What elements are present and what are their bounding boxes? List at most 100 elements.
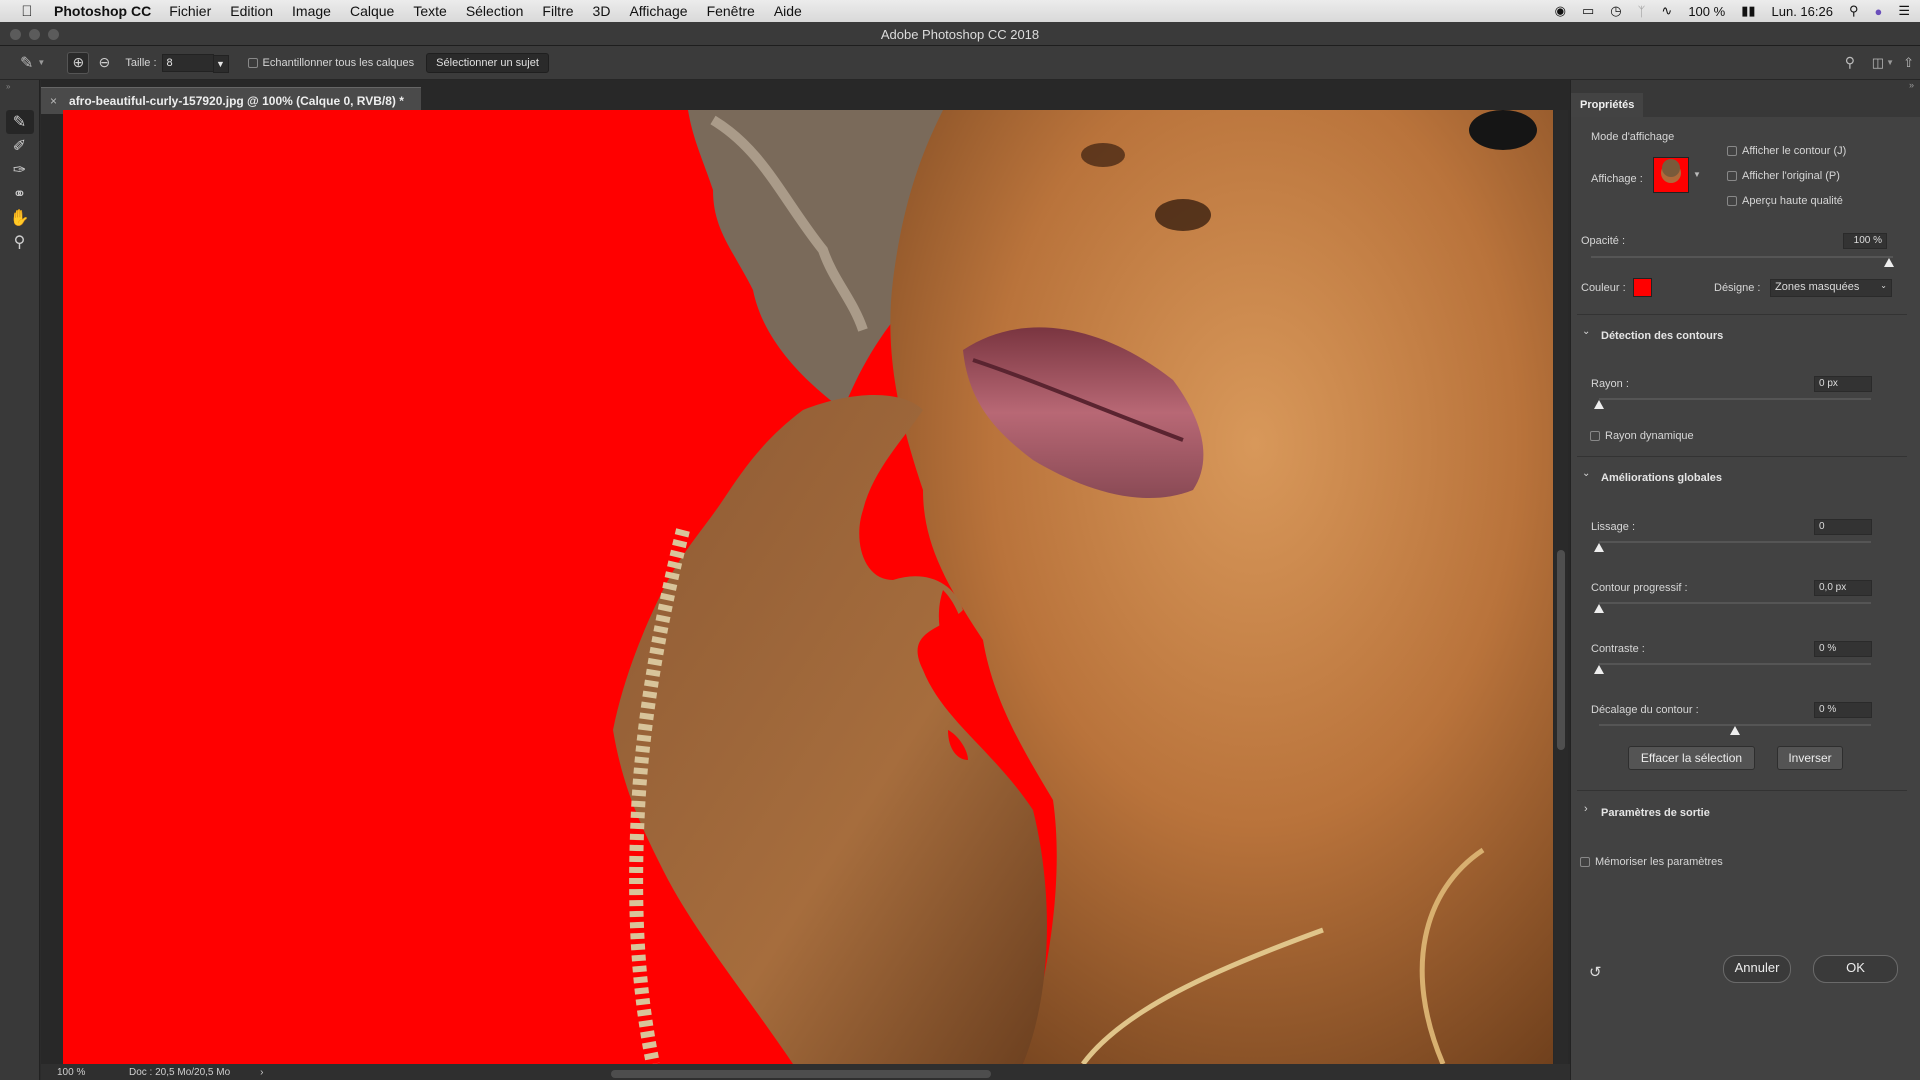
menu-3d[interactable]: 3D — [593, 3, 611, 19]
contrast-slider-handle[interactable] — [1594, 665, 1604, 674]
menu-fichier[interactable]: Fichier — [169, 3, 211, 19]
feather-slider[interactable] — [1599, 602, 1871, 604]
bluetooth-icon[interactable]: ᛉ — [1638, 4, 1646, 19]
contrast-field[interactable]: 0 % — [1814, 641, 1872, 657]
brush-tool-icon[interactable]: ✑ — [6, 158, 34, 182]
global-refinements-heading[interactable]: Améliorations globales — [1601, 472, 1722, 484]
view-mode-dropdown-icon[interactable]: ▼ — [1693, 170, 1701, 179]
feather-slider-handle[interactable] — [1594, 604, 1604, 613]
opacity-slider-handle[interactable] — [1884, 258, 1894, 267]
image-canvas[interactable] — [63, 110, 1553, 1064]
add-to-selection-button[interactable]: ⊕ — [67, 51, 90, 74]
document-tab-title: afro-beautiful-curly-157920.jpg @ 100% (… — [69, 94, 404, 108]
menu-texte[interactable]: Texte — [413, 3, 446, 19]
divider — [1577, 314, 1907, 315]
search-icon[interactable]: ⚲ — [1845, 54, 1855, 71]
menu-aide[interactable]: Aide — [774, 3, 802, 19]
select-subject-button[interactable]: Sélectionner un sujet — [426, 52, 549, 73]
properties-tab[interactable]: Propriétés — [1571, 93, 1643, 117]
time-machine-icon[interactable]: ◷ — [1610, 3, 1621, 19]
horizontal-scroll-thumb[interactable] — [611, 1070, 991, 1078]
contrast-slider[interactable] — [1599, 663, 1871, 665]
menu-edition[interactable]: Edition — [230, 3, 273, 19]
smooth-slider-handle[interactable] — [1594, 543, 1604, 552]
show-edge-checkbox[interactable] — [1727, 146, 1737, 156]
mask-color-swatch[interactable] — [1633, 278, 1652, 297]
smooth-slider[interactable] — [1599, 541, 1871, 543]
panel-collapse-icon[interactable]: » — [1909, 80, 1914, 90]
size-input[interactable]: 8 ▼ — [161, 53, 229, 73]
radius-slider[interactable] — [1599, 398, 1871, 400]
feather-field[interactable]: 0,0 px — [1814, 580, 1872, 596]
toolbar-collapse-icon[interactable]: » — [0, 80, 39, 110]
radius-label: Rayon : — [1591, 378, 1629, 390]
refine-edge-brush-icon[interactable]: ✐ — [6, 134, 34, 158]
menu-image[interactable]: Image — [292, 3, 331, 19]
menu-selection[interactable]: Sélection — [466, 3, 524, 19]
lasso-tool-icon[interactable]: ⚭ — [6, 182, 34, 206]
edge-detection-chevron-icon[interactable]: ⌄ — [1582, 326, 1590, 337]
status-bar: 100 % Doc : 20,5 Mo/20,5 Mo › — [41, 1064, 1570, 1080]
designate-label: Désigne : — [1714, 282, 1761, 294]
size-dropdown-icon[interactable]: ▼ — [212, 54, 229, 73]
edge-detection-heading[interactable]: Détection des contours — [1601, 330, 1723, 342]
high-quality-checkbox[interactable] — [1727, 196, 1737, 206]
clock[interactable]: Lun. 16:26 — [1772, 4, 1833, 19]
ok-button[interactable]: OK — [1813, 955, 1898, 983]
smart-radius-checkbox[interactable] — [1590, 431, 1600, 441]
menubar:  Photoshop CC Fichier Edition Image Cal… — [0, 0, 1920, 22]
vertical-scrollbar[interactable] — [1554, 110, 1568, 1064]
spotlight-search-icon[interactable]: ⚲ — [1849, 3, 1859, 19]
reset-icon[interactable]: ↺ — [1589, 963, 1602, 981]
remember-settings-checkbox[interactable] — [1580, 857, 1590, 867]
clear-selection-button[interactable]: Effacer la sélection — [1628, 746, 1755, 770]
designate-dropdown-icon: ⌄ — [1880, 281, 1887, 290]
wifi-icon[interactable]: ∿ — [1661, 3, 1672, 19]
cancel-button[interactable]: Annuler — [1723, 955, 1791, 983]
shift-edge-field[interactable]: 0 % — [1814, 702, 1872, 718]
quick-selection-preset-icon[interactable]: ✎ — [20, 53, 33, 73]
subtract-from-selection-button[interactable]: ⊖ — [93, 52, 115, 74]
zoom-tool-icon[interactable]: ⚲ — [6, 230, 34, 254]
workspace-dropdown-icon[interactable]: ▼ — [1886, 58, 1894, 67]
hand-tool-icon[interactable]: ✋ — [6, 206, 34, 230]
share-icon[interactable]: ⇧ — [1903, 55, 1914, 71]
zoom-level[interactable]: 100 % — [57, 1067, 117, 1078]
creative-cloud-icon[interactable]: ◉ — [1555, 3, 1566, 19]
opacity-slider[interactable] — [1591, 256, 1893, 258]
global-refinements-chevron-icon[interactable]: ⌄ — [1582, 468, 1590, 479]
battery-text[interactable]: 100 % — [1688, 4, 1725, 19]
size-label: Taille : — [125, 56, 157, 69]
properties-panel: » Propriétés Mode d'affichage Affichage … — [1570, 80, 1920, 1080]
workspace-icon[interactable]: ◫ — [1872, 55, 1884, 71]
invert-button[interactable]: Inverser — [1777, 746, 1843, 770]
radius-field[interactable]: 0 px — [1814, 376, 1872, 392]
output-settings-heading[interactable]: Paramètres de sortie — [1601, 807, 1710, 819]
show-original-checkbox[interactable] — [1727, 171, 1737, 181]
quick-selection-tool-icon[interactable]: ✎ — [5, 110, 34, 134]
notification-center-icon[interactable]: ☰ — [1898, 3, 1910, 19]
view-mode-thumbnail[interactable] — [1653, 157, 1689, 193]
output-settings-chevron-icon[interactable]: › — [1584, 803, 1588, 815]
opacity-field[interactable]: 100 % — [1843, 233, 1887, 249]
radius-slider-handle[interactable] — [1594, 400, 1604, 409]
show-original-label: Afficher l'original (P) — [1742, 170, 1840, 182]
sample-all-layers-checkbox[interactable] — [247, 57, 258, 68]
contrast-label: Contraste : — [1591, 643, 1645, 655]
menu-filtre[interactable]: Filtre — [542, 3, 573, 19]
menu-affichage[interactable]: Affichage — [629, 3, 687, 19]
menu-fenetre[interactable]: Fenêtre — [707, 3, 755, 19]
airplay-icon[interactable]: ▭ — [1582, 3, 1594, 19]
menu-calque[interactable]: Calque — [350, 3, 394, 19]
shift-edge-slider-handle[interactable] — [1730, 726, 1740, 735]
smooth-field[interactable]: 0 — [1814, 519, 1872, 535]
siri-icon[interactable]: ● — [1874, 4, 1882, 19]
menu-app-name[interactable]: Photoshop CC — [54, 3, 151, 19]
apple-icon[interactable]:  — [0, 3, 54, 20]
smooth-label: Lissage : — [1591, 521, 1636, 533]
vertical-scroll-thumb[interactable] — [1557, 550, 1565, 750]
preset-dropdown-icon[interactable]: ▼ — [37, 58, 45, 67]
status-menu-arrow-icon[interactable]: › — [260, 1067, 263, 1078]
close-document-icon[interactable]: × — [50, 94, 57, 108]
designate-select[interactable]: Zones masquées ⌄ — [1770, 279, 1892, 297]
